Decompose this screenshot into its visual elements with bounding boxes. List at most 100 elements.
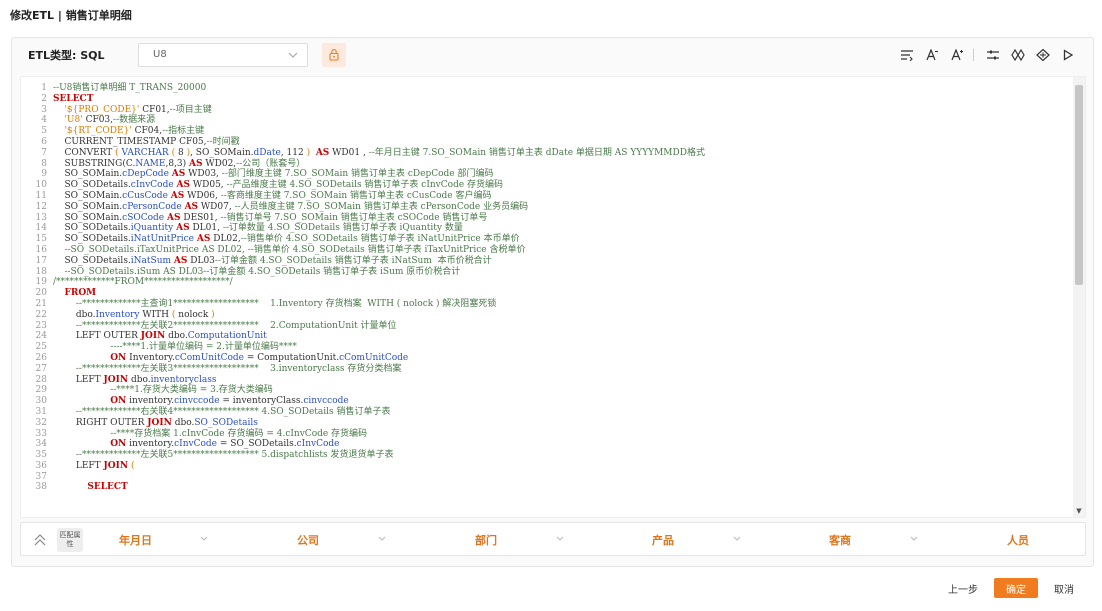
line-number: 18 <box>35 266 47 277</box>
line-number: 2 <box>41 93 47 104</box>
etl-type-label: ETL类型: SQL <box>28 49 105 62</box>
code-line[interactable]: 34 ON inventory.cInvCode = SO_SODetails.… <box>25 439 1065 450</box>
line-number: 38 <box>35 482 47 493</box>
dimension-label: 产品 <box>652 534 674 547</box>
line-number: 25 <box>35 342 47 353</box>
font-increase-icon[interactable] <box>946 47 968 63</box>
line-number: 27 <box>35 363 47 374</box>
font-decrease-icon[interactable] <box>921 47 943 63</box>
line-number: 14 <box>35 223 47 234</box>
sql-editor[interactable]: 1 --U8销售订单明细 T_TRANS_20000 2 SELECT 3 '${PRO… <box>20 76 1086 518</box>
code-line[interactable]: 16 --SO_SODetails.iTaxUnitPrice AS DL02,… <box>25 245 1065 256</box>
code-line[interactable]: 14 SO_SODetails.iQuantity AS DL01, --订单数… <box>25 223 1065 234</box>
code-line[interactable]: 12 SO_SOMain.cPersonCode AS WD07, --人员维度… <box>25 202 1065 213</box>
etl-panel: ETL类型: SQL U8 1 --U8销售订单明细 T_TRANS_20000 2… <box>11 37 1094 567</box>
line-number: 3 <box>41 104 47 115</box>
code-line[interactable]: 18 --SO_SODetails.iSum AS DL03--订单金额 4.S… <box>25 267 1065 278</box>
dimension-label: 公司 <box>297 534 319 547</box>
line-number: 4 <box>41 115 47 126</box>
code-line[interactable]: 3 '${PRO_CODE}' CF01,--项目主键 <box>25 105 1065 116</box>
code-line[interactable]: 8 SUBSTRING(C.NAME,8,3) AS WD02,--公司（账套号… <box>25 159 1065 170</box>
dimension-dropdown-icon[interactable] <box>909 534 919 544</box>
code-line[interactable]: 15 SO_SODetails.iNatUnitPrice AS DL02,--… <box>25 234 1065 245</box>
match-attributes-badge: 匹配属性 <box>57 528 83 552</box>
line-number: 22 <box>35 309 47 320</box>
code-line[interactable]: 35 --*************左关联5******************… <box>25 450 1065 461</box>
code-line[interactable]: 37 <box>25 472 1065 483</box>
lock-icon <box>329 49 339 61</box>
line-number: 13 <box>35 212 47 223</box>
dimension-label: 部门 <box>475 534 497 547</box>
code-line[interactable]: 20 FROM <box>25 288 1065 299</box>
line-number: 33 <box>35 428 47 439</box>
line-number: 10 <box>35 180 47 191</box>
code-line[interactable]: 17 SO_SODetails.iNatSum AS DL03--订单金额 4.… <box>25 256 1065 267</box>
dimension-dropdown-icon[interactable] <box>732 534 742 544</box>
line-number: 19 <box>35 277 47 288</box>
dimension-dropdown-icon[interactable] <box>199 534 209 544</box>
code-line[interactable]: 11 SO_SOMain.cCusCode AS WD06, --客商维度主键 … <box>25 191 1065 202</box>
footer-actions: 上一步 确定 取消 <box>938 578 1084 598</box>
code-line[interactable]: 19/*************FROM*******************/ <box>25 277 1065 288</box>
code-line[interactable]: 13 SO_SOMain.cSOCode AS DES01, --销售订单号 7… <box>25 213 1065 224</box>
line-number: 32 <box>35 417 47 428</box>
dimension-dropdown-icon[interactable] <box>555 534 565 544</box>
code-line[interactable]: 1 --U8销售订单明细 T_TRANS_20000 <box>25 83 1065 94</box>
run-icon[interactable] <box>1057 47 1079 63</box>
line-number: 11 <box>35 190 47 201</box>
datasource-select[interactable]: U8 <box>138 43 308 67</box>
editor-scrollbar[interactable]: ▼ <box>1073 77 1085 517</box>
move-icon[interactable] <box>1032 47 1054 63</box>
code-line[interactable]: 29 --****1.存货大类编码 = 3.存货大类编码 <box>25 385 1065 396</box>
prev-step-button[interactable]: 上一步 <box>938 581 988 596</box>
code-line[interactable]: 28 LEFT JOIN dbo.inventoryclass <box>25 375 1065 386</box>
chevron-down-icon <box>288 52 298 58</box>
code-line[interactable]: 33 --****存货档案 1.cInvCode 存货编码 = 4.cInvCo… <box>25 429 1065 440</box>
lock-button[interactable] <box>322 43 346 67</box>
match-attributes-bar: 匹配属性 年月日 公司 部门 产品 客商 人员 <box>20 522 1086 556</box>
format-icon[interactable] <box>896 47 918 63</box>
line-number: 36 <box>35 460 47 471</box>
link-icon[interactable] <box>1007 47 1029 63</box>
scrollbar-thumb[interactable] <box>1075 85 1083 285</box>
code-line[interactable]: 22 dbo.Inventory WITH ( nolock ) <box>25 310 1065 321</box>
code-line[interactable]: 6 CURRENT_TIMESTAMP CF05,--时间戳 <box>25 137 1065 148</box>
dimension-dropdown-icon[interactable] <box>377 534 387 544</box>
filter-settings-icon[interactable] <box>982 47 1004 63</box>
collapse-up-icon[interactable] <box>33 533 47 547</box>
code-line[interactable]: 24 LEFT OUTER JOIN dbo.ComputationUnit <box>25 331 1065 342</box>
line-number: 7 <box>41 147 47 158</box>
code-line[interactable]: 23 --*************左关联2******************… <box>25 321 1065 332</box>
code-line[interactable]: 36 LEFT JOIN ( <box>25 461 1065 472</box>
line-number: 37 <box>35 471 47 482</box>
code-line[interactable]: 25 ----****1.计量单位编码 = 2.计量单位编码**** <box>25 342 1065 353</box>
code-line[interactable]: 9 SO_SOMain.cDepCode AS WD03, --部门维度主键 7… <box>25 169 1065 180</box>
code-line[interactable]: 32 RIGHT OUTER JOIN dbo.SO_SODetails <box>25 418 1065 429</box>
line-number: 34 <box>35 439 47 450</box>
code-line[interactable]: 27 --*************左关联3******************… <box>25 364 1065 375</box>
confirm-button[interactable]: 确定 <box>994 578 1038 598</box>
code-line[interactable]: 21 --*************主查询1******************… <box>25 299 1065 310</box>
code-line[interactable]: 10 SO_SODetails.cInvCode AS WD05, --产品维度… <box>25 180 1065 191</box>
page-title: 修改ETL | 销售订单明细 <box>10 9 132 22</box>
cancel-button[interactable]: 取消 <box>1044 581 1084 596</box>
code-line[interactable]: 5 '${RT_CODE}' CF04,--指标主键 <box>25 126 1065 137</box>
code-line[interactable]: 26 ON Inventory.cComUnitCode = Computati… <box>25 353 1065 364</box>
line-number: 5 <box>41 126 47 137</box>
dimension-label: 人员 <box>1007 534 1029 547</box>
datasource-value: U8 <box>153 49 167 60</box>
line-number: 17 <box>35 255 47 266</box>
code-line[interactable]: 7 CONVERT ( VARCHAR ( 8 ), SO_SOMain.dDa… <box>25 148 1065 159</box>
code-area[interactable]: 1 --U8销售订单明细 T_TRANS_20000 2 SELECT 3 '${PRO… <box>25 83 1065 493</box>
code-line[interactable]: 31 --*************右关联4******************… <box>25 407 1065 418</box>
line-number: 31 <box>35 406 47 417</box>
code-line[interactable]: 38 SELECT <box>25 482 1065 493</box>
code-line[interactable]: 30 ON inventory.cinvccode = inventoryCla… <box>25 396 1065 407</box>
code-line[interactable]: 2 SELECT <box>25 94 1065 105</box>
line-number: 15 <box>35 234 47 245</box>
toolbar-tools <box>893 47 1079 63</box>
code-line[interactable]: 4 'U8' CF03,--数据来源 <box>25 115 1065 126</box>
line-number: 28 <box>35 374 47 385</box>
line-number: 9 <box>41 169 47 180</box>
scroll-down-icon[interactable]: ▼ <box>1075 507 1083 515</box>
